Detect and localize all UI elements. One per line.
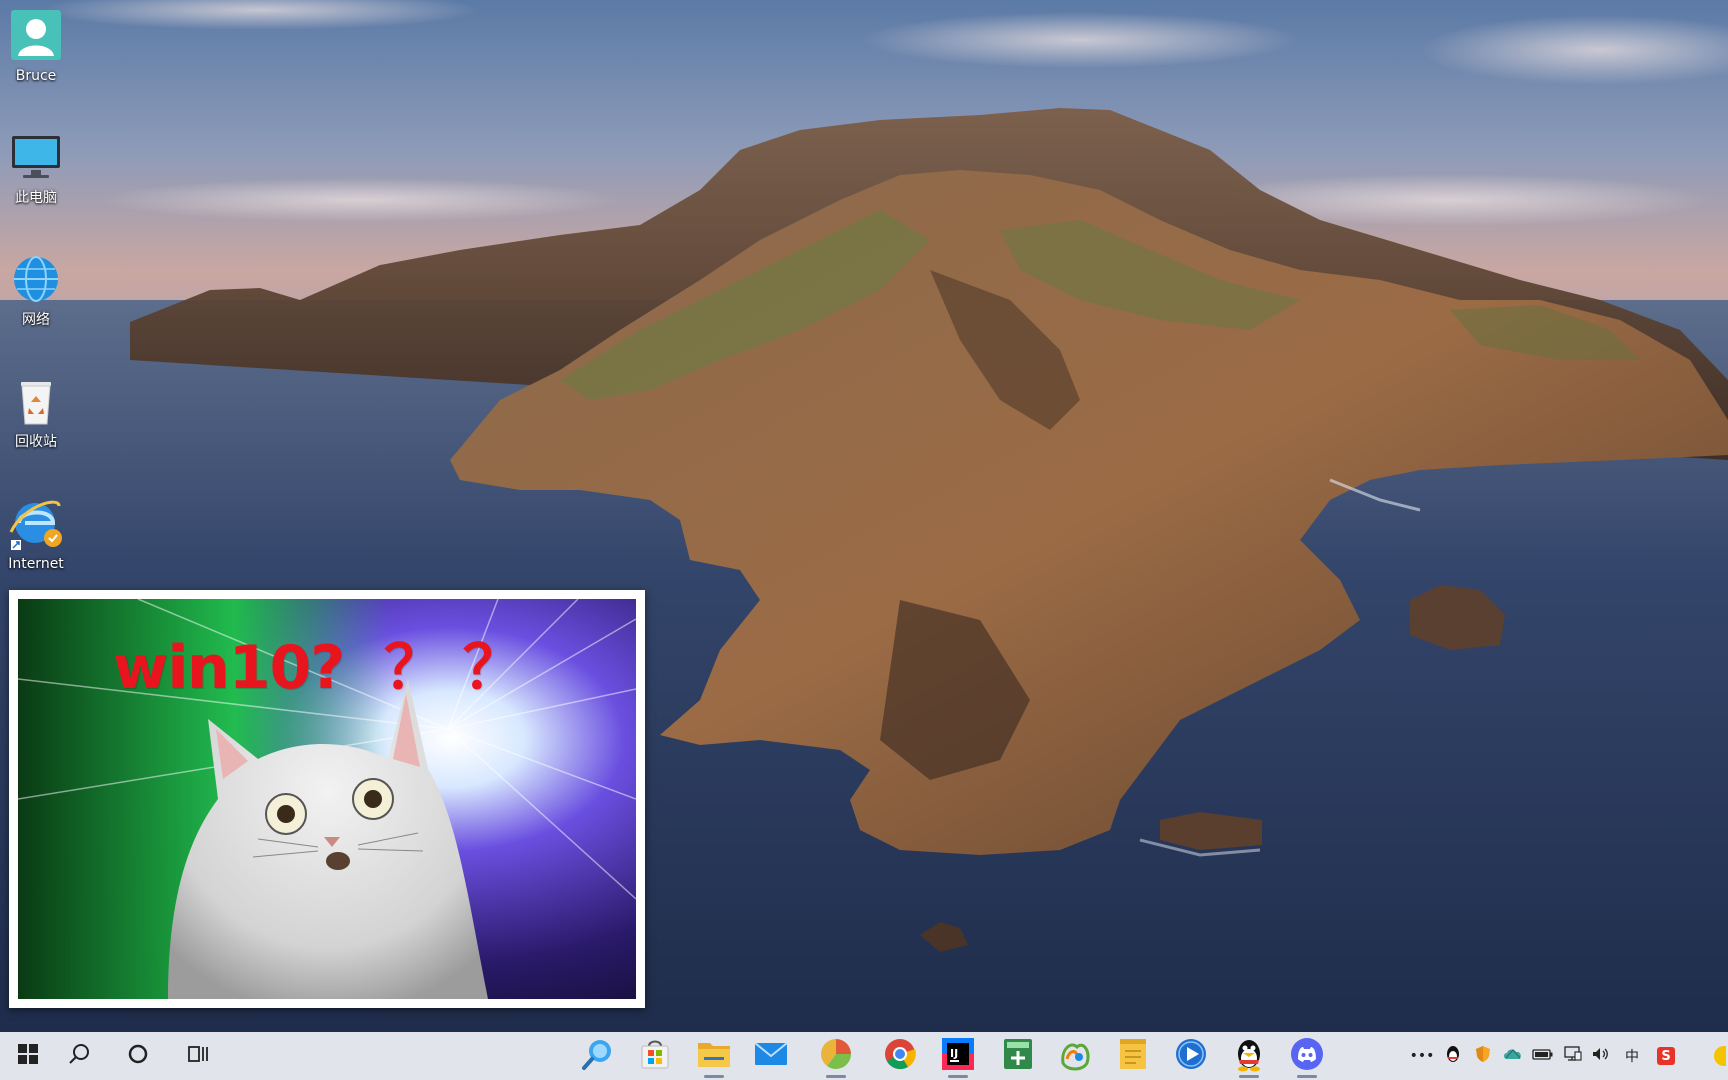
notification-dot-icon [1714,1046,1726,1066]
intellij-idea-icon: IJ [941,1037,975,1075]
desktop-icon-recycle-bin[interactable]: 回收站 [0,374,72,470]
ime-indicator: 中 [1625,1049,1639,1065]
tray-volume[interactable] [1588,1032,1614,1080]
file-explorer-icon [696,1037,732,1075]
tray-network[interactable] [1560,1032,1586,1080]
network-icon [9,252,63,306]
chart-app-icon [819,1037,853,1075]
desktop-icon-label: 此电脑 [15,190,57,206]
desktop-icon-network[interactable]: 网络 [0,252,72,348]
taskbar-app-mail[interactable] [743,1032,799,1080]
qq-icon [1232,1036,1266,1076]
taskbar-app-sticky-notes[interactable] [1105,1032,1161,1080]
tray-cloud[interactable] [1500,1032,1526,1080]
desktop-icon-label: Internet [8,556,64,572]
discord-icon [1289,1037,1325,1075]
qq-tray-icon [1445,1045,1461,1067]
tray-overflow-label: ••• [1409,1048,1435,1064]
sogou-icon: S [1657,1047,1675,1065]
tray-notification-edge[interactable] [1712,1032,1728,1080]
taskbar-app-qq[interactable] [1221,1032,1277,1080]
task-view-button[interactable] [170,1032,226,1080]
this-pc-icon [9,130,63,184]
taskbar: IJ ••• 中 S [0,1032,1728,1080]
taskbar-app-chart[interactable] [808,1032,864,1080]
microsoft-store-icon [638,1037,672,1075]
chrome-icon [883,1037,917,1075]
taskbar-app-search-magnifier[interactable] [570,1032,626,1080]
tray-ime[interactable]: 中 [1618,1032,1646,1080]
volume-icon [1591,1046,1611,1066]
search-icon [69,1043,91,1069]
meme-caption: win10? ？ ？ [113,633,523,703]
desktop-icon-internet-explorer[interactable]: Internet [0,496,72,592]
tray-qq[interactable] [1440,1032,1466,1080]
active-indicator [1297,1075,1317,1078]
start-button[interactable] [0,1032,56,1080]
tray-sogou[interactable]: S [1652,1032,1680,1080]
cloud-tray-icon [1503,1046,1523,1066]
mail-icon [753,1039,789,1073]
taskbar-app-intellij-idea[interactable]: IJ [930,1032,986,1080]
search-button[interactable] [52,1032,108,1080]
desktop-icon-label: Bruce [15,68,57,84]
task-view-icon [187,1043,209,1069]
tray-overflow-button[interactable]: ••• [1402,1032,1442,1080]
taskbar-app-file-explorer[interactable] [686,1032,742,1080]
network-tray-icon [1563,1046,1583,1066]
active-indicator [826,1075,846,1078]
shield-tray-icon [1475,1045,1491,1067]
cortana-button[interactable] [110,1032,166,1080]
media-player-icon [1174,1037,1208,1075]
taskbar-app-discord[interactable] [1279,1032,1335,1080]
sticky-notes-icon [1118,1037,1148,1075]
svg-text:IJ: IJ [950,1047,958,1060]
desktop-icon-this-pc[interactable]: 此电脑 [0,130,72,226]
active-indicator [704,1075,724,1078]
calculator-plus-icon [1001,1037,1035,1075]
navicat-icon [1057,1037,1093,1075]
recycle-bin-icon [9,374,63,428]
start-icon [18,1044,38,1068]
search-magnifier-app-icon [581,1037,615,1075]
meme-image-frame: win10? ？ ？ [9,590,645,1008]
tray-battery[interactable] [1530,1032,1556,1080]
taskbar-app-chrome[interactable] [872,1032,928,1080]
taskbar-app-navicat[interactable] [1047,1032,1103,1080]
desktop-icon-label: 回收站 [15,434,57,450]
battery-icon [1532,1047,1554,1065]
internet-explorer-icon [9,496,63,550]
active-indicator [948,1075,968,1078]
taskbar-app-calculator-plus[interactable] [990,1032,1046,1080]
user-folder-icon [9,8,63,62]
tray-shield[interactable] [1470,1032,1496,1080]
taskbar-app-media-player[interactable] [1163,1032,1219,1080]
cortana-icon [127,1043,149,1069]
active-indicator [1239,1075,1259,1078]
desktop-icon-label: 网络 [22,312,50,328]
desktop-icon-user-folder[interactable]: Bruce [0,8,72,104]
taskbar-app-microsoft-store[interactable] [627,1032,683,1080]
meme-image: win10? ？ ？ [18,599,636,999]
